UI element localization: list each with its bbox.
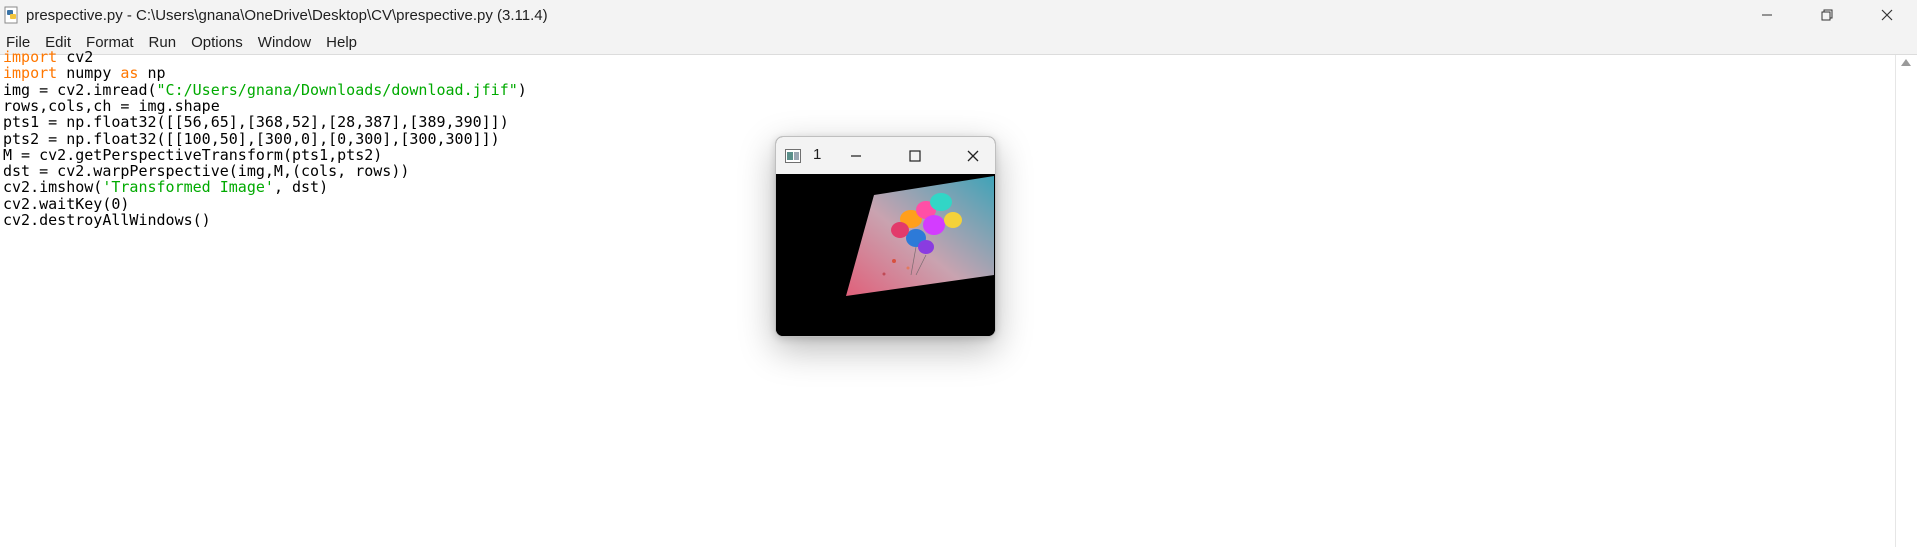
window-title: prespective.py - C:\Users\gnana\OneDrive… [26,6,548,24]
python-file-icon [4,6,18,24]
scroll-up-arrow-icon[interactable] [1901,59,1911,66]
vertical-scrollbar[interactable] [1895,55,1917,547]
minimize-icon [1762,14,1772,16]
code-line[interactable]: cv2.destroyAllWindows() [3,210,211,230]
code-token: cv2.destroyAllWindows() [3,211,211,229]
menu-window[interactable]: Window [252,34,320,51]
restore-icon [1821,9,1833,21]
menu-bar: File Edit Format Run Options Window Help [0,30,1917,55]
close-icon [1881,9,1893,21]
image-window-titlebar[interactable]: 1 [776,137,995,174]
opencv-window-icon [785,149,801,163]
image-window[interactable]: 1 [775,136,996,337]
image-window-close-button[interactable] [951,137,995,174]
transformed-image [776,175,995,336]
close-button[interactable] [1857,0,1917,30]
restore-button[interactable] [1797,0,1857,30]
image-window-maximize-button[interactable] [893,137,937,174]
minimize-icon [851,154,861,157]
image-window-minimize-button[interactable] [834,137,878,174]
image-window-title: 1 [813,146,822,163]
code-token: , dst) [273,178,329,197]
menu-options[interactable]: Options [185,34,252,51]
menu-help[interactable]: Help [320,34,366,51]
menu-run[interactable]: Run [143,34,186,51]
warped-balloons-image [846,176,994,296]
code-token: ) [517,80,527,99]
minimize-button[interactable] [1737,0,1797,30]
close-icon [967,150,979,161]
maximize-icon [909,149,921,162]
title-bar: prespective.py - C:\Users\gnana\OneDrive… [0,0,1917,30]
